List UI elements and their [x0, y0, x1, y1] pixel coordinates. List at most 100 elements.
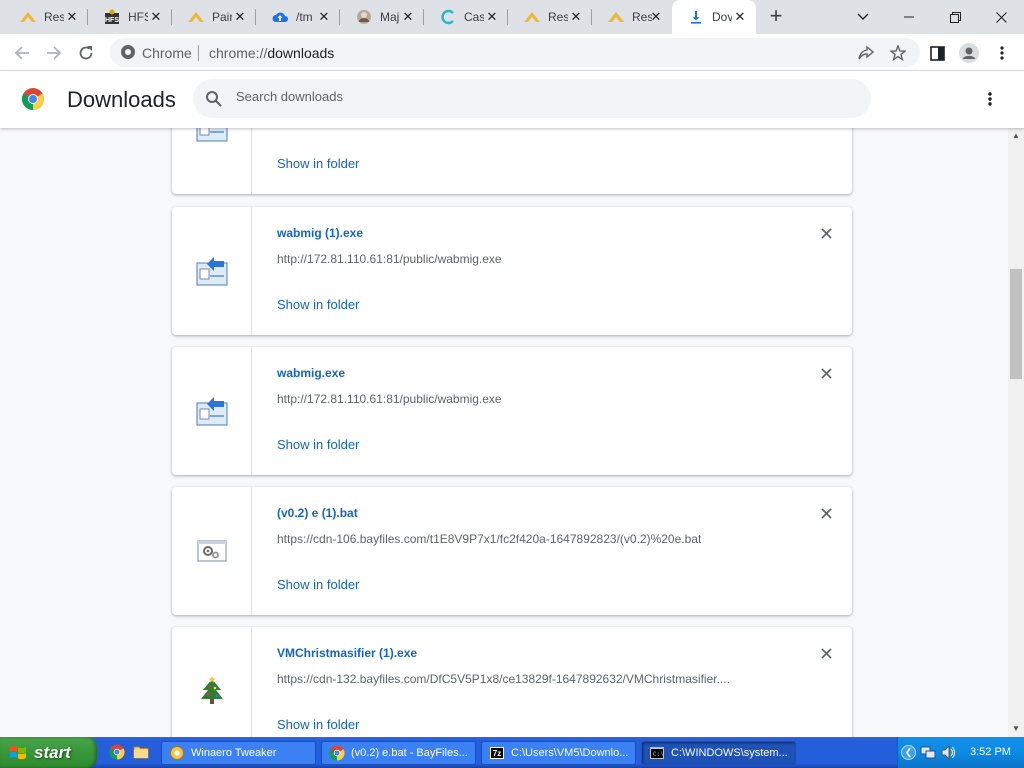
chevron-down-icon [857, 13, 869, 20]
tab-3[interactable]: Pair ✕ [172, 0, 256, 34]
tab-title: /tm [296, 10, 313, 24]
show-in-folder-link[interactable]: Show in folder [277, 437, 359, 452]
file-url[interactable]: https://cdn-106.bayfiles.com/t1E8V9P7x1/… [277, 532, 782, 546]
network-icon[interactable] [920, 745, 936, 760]
close-tab-icon[interactable]: ✕ [568, 9, 584, 25]
clock: 3:52 PM [970, 746, 1011, 758]
start-label: start [34, 742, 71, 762]
remove-from-list-button[interactable] [816, 225, 836, 245]
close-window-button[interactable] [978, 0, 1024, 34]
batch-file-icon [197, 540, 226, 562]
file-name-link[interactable]: (v0.2) e (1).bat [277, 506, 358, 520]
taskbar-item-7zip[interactable]: 7z C:\Users\VM5\Downlo... [481, 741, 636, 765]
yellow-wing-icon [608, 9, 624, 25]
taskbar-item-winaero[interactable]: Winaero Tweaker [161, 741, 316, 765]
show-in-folder-link[interactable]: Show in folder [277, 156, 359, 171]
side-panel-button[interactable] [924, 40, 950, 66]
chrome-quicklaunch-icon[interactable] [109, 744, 125, 760]
tab-downloads[interactable]: Dov ✕ [672, 0, 756, 34]
taskbar-item-label: Winaero Tweaker [191, 747, 277, 759]
close-tab-icon[interactable]: ✕ [148, 9, 164, 25]
more-vert-icon [1000, 46, 1004, 60]
tab-search-button[interactable] [840, 0, 886, 34]
installer-icon [196, 257, 227, 286]
scroll-up-arrow-icon[interactable]: ▲ [1008, 130, 1024, 142]
tab-title: Res [44, 10, 64, 24]
download-item: Show in folder [172, 128, 852, 194]
close-tab-icon[interactable]: ✕ [484, 9, 500, 25]
explorer-quicklaunch-icon[interactable] [133, 744, 149, 760]
address-bar[interactable]: Chrome chrome://downloads [110, 38, 920, 67]
close-icon [820, 368, 832, 379]
chrome-menu-button[interactable] [989, 40, 1015, 66]
scroll-down-arrow-icon[interactable]: ▼ [1008, 723, 1024, 735]
bookmark-button[interactable] [885, 40, 911, 66]
profile-button[interactable] [956, 40, 982, 66]
search-input[interactable] [236, 89, 836, 104]
taskbar-item-chrome[interactable]: (v0.2) e.bat - BayFiles... [321, 741, 476, 765]
tab-title: Cas [464, 10, 484, 24]
file-url[interactable]: https://cdn-132.bayfiles.com/DfC5V5P1x8/… [277, 672, 782, 686]
close-tab-icon[interactable]: ✕ [64, 9, 80, 25]
remove-from-list-button[interactable] [816, 365, 836, 385]
file-name-link[interactable]: wabmig.exe [277, 366, 345, 380]
url-scheme: chrome:// [209, 45, 268, 61]
volume-icon[interactable] [940, 745, 956, 760]
tab-title: HFS [128, 10, 148, 24]
remove-from-list-button[interactable] [816, 645, 836, 665]
file-name-link[interactable]: wabmig (1).exe [277, 226, 363, 240]
remove-from-list-button[interactable] [816, 505, 836, 525]
file-name-link[interactable]: VMChristmasifier (1).exe [277, 646, 417, 660]
c-logo-icon [440, 9, 456, 25]
svg-text:7z: 7z [493, 749, 501, 758]
tab-8[interactable]: Res ✕ [592, 0, 672, 34]
close-tab-icon[interactable]: ✕ [232, 9, 248, 25]
downloads-menu-button[interactable] [978, 87, 1002, 111]
search-box[interactable] [193, 79, 871, 118]
close-tab-icon[interactable]: ✕ [732, 9, 748, 25]
minimize-button[interactable] [886, 0, 932, 34]
back-button[interactable] [9, 40, 35, 66]
show-in-folder-link[interactable]: Show in folder [277, 717, 359, 732]
tab-5[interactable]: Maj ✕ [340, 0, 424, 34]
tab-4[interactable]: /tm ✕ [256, 0, 340, 34]
7zip-icon: 7z [490, 747, 504, 759]
new-tab-button[interactable]: + [764, 5, 788, 29]
forward-button[interactable] [41, 40, 67, 66]
download-icon [688, 9, 704, 25]
cmd-icon: C:\ [650, 747, 664, 759]
close-tab-icon[interactable]: ✕ [648, 9, 664, 25]
tray-expand-icon[interactable]: ❮ [901, 745, 916, 760]
back-arrow-icon [14, 46, 29, 60]
taskbar-item-label: C:\Users\VM5\Downlo... [511, 747, 629, 759]
page-scrollbar[interactable]: ▲ ▼ [1008, 128, 1024, 737]
tab-1[interactable]: Res ✕ [4, 0, 88, 34]
show-in-folder-link[interactable]: Show in folder [277, 577, 359, 592]
tab-6[interactable]: Cas ✕ [424, 0, 508, 34]
scrollbar-thumb[interactable] [1010, 269, 1022, 379]
close-tab-icon[interactable]: ✕ [400, 9, 416, 25]
share-button[interactable] [853, 40, 879, 66]
tab-strip: Res ✕ HFS HFS ✕ Pair ✕ /tm ✕ Maj ✕ Cas ✕… [0, 0, 1024, 34]
taskbar-item-cmd[interactable]: C:\ C:\WINDOWS\system... [641, 741, 796, 765]
christmas-tree-icon [200, 676, 223, 704]
start-button[interactable]: start [0, 737, 97, 768]
minimize-icon [904, 16, 914, 18]
tab-7[interactable]: Res ✕ [508, 0, 592, 34]
close-tab-icon[interactable]: ✕ [316, 9, 332, 25]
file-url[interactable]: http://172.81.110.61:81/public/wabmig.ex… [277, 392, 782, 406]
file-url[interactable]: http://172.81.110.61:81/public/wabmig.ex… [277, 252, 782, 266]
search-icon[interactable] [205, 90, 222, 107]
show-in-folder-link[interactable]: Show in folder [277, 297, 359, 312]
taskbar-item-label: C:\WINDOWS\system... [671, 747, 788, 759]
download-item: VMChristmasifier (1).exe https://cdn-132… [172, 627, 852, 737]
tab-2[interactable]: HFS HFS ✕ [88, 0, 172, 34]
reload-button[interactable] [73, 40, 99, 66]
avatar [959, 43, 979, 63]
restore-button[interactable] [932, 0, 978, 34]
yellow-wing-icon [188, 9, 204, 25]
tab-title: Pair [212, 10, 232, 24]
file-icon-column [172, 207, 252, 335]
close-icon [995, 11, 1007, 23]
download-item: wabmig (1).exe http://172.81.110.61:81/p… [172, 207, 852, 335]
